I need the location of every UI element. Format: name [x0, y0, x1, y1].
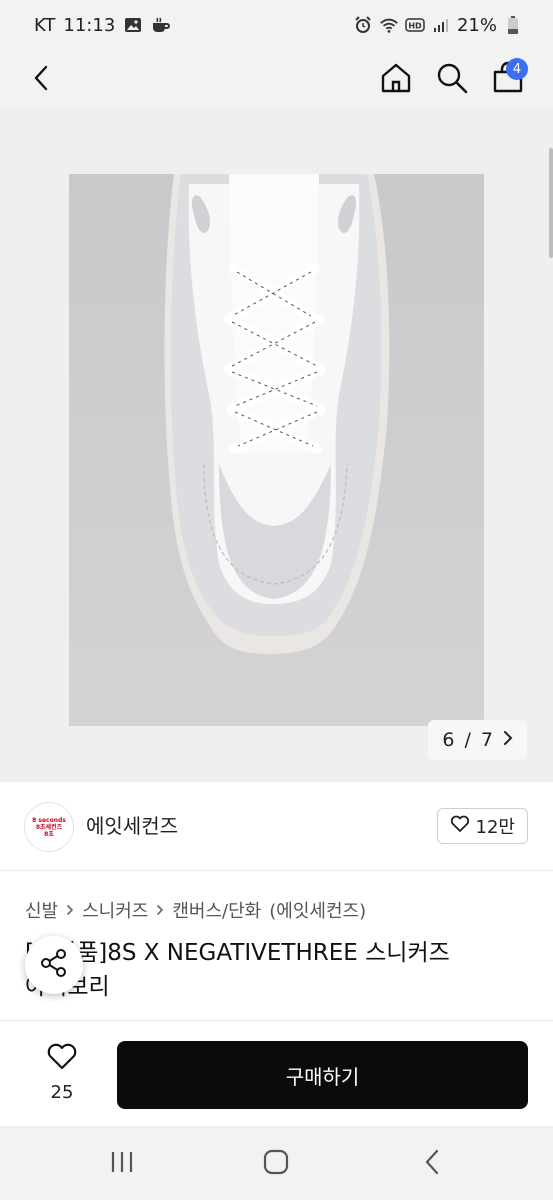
- purchase-bar: 25 구매하기: [0, 1020, 553, 1127]
- gallery-page-separator: /: [464, 729, 471, 751]
- product-title-line-2: 아이보리: [25, 970, 530, 1004]
- heart-icon: [46, 1043, 78, 1076]
- search-icon: [435, 61, 469, 99]
- image-icon: [123, 16, 143, 34]
- product-title-line-1: [ 반품]8S X NEGATIVETHREE 스니커즈: [25, 940, 450, 966]
- cart-count-badge: 4: [506, 58, 528, 80]
- breadcrumb-item[interactable]: (에잇세컨즈): [269, 897, 366, 923]
- shop-like-count: 12만: [475, 817, 515, 838]
- hd-icon: HD: [405, 16, 425, 34]
- home-icon: [379, 61, 413, 99]
- cart-button[interactable]: 4: [486, 58, 530, 102]
- status-bar: KT 11:13 HD 21%: [0, 0, 553, 50]
- back-icon: [423, 1149, 441, 1179]
- breadcrumb-item[interactable]: 캔버스/단화: [172, 897, 261, 923]
- scroll-indicator: [549, 148, 553, 258]
- chevron-right-icon: [66, 901, 74, 920]
- product-title: [ 반품]8S X NEGATIVETHREE 스니커즈 아이보리: [25, 936, 530, 1004]
- shop-logo-line-1: 8 seconds: [32, 816, 66, 824]
- battery-text: 21%: [456, 14, 497, 36]
- shop-like-button[interactable]: 12만: [436, 808, 528, 844]
- clock: 11:13: [63, 14, 116, 36]
- back-button[interactable]: [20, 58, 64, 102]
- breadcrumb: 신발 스니커즈 캔버스/단화 (에잇세컨즈): [25, 897, 366, 923]
- shop-info-row: 8 seconds 8초세컨즈 8초 에잇세컨즈 12만: [0, 782, 553, 871]
- gallery-page-counter[interactable]: 6 / 7: [428, 720, 527, 760]
- gallery-total-pages: 7: [480, 729, 493, 751]
- svg-text:HD: HD: [408, 22, 422, 31]
- home-button[interactable]: [374, 58, 418, 102]
- breadcrumb-item[interactable]: 신발: [25, 897, 58, 923]
- shop-logo[interactable]: 8 seconds 8초세컨즈 8초: [24, 802, 74, 852]
- gallery-current-page: 6: [442, 729, 455, 751]
- breadcrumb-item[interactable]: 스니커즈: [82, 897, 148, 923]
- wishlist-count: 25: [50, 1082, 74, 1103]
- signal-icon: [431, 16, 451, 34]
- product-image[interactable]: [69, 174, 484, 726]
- coffee-icon: [151, 16, 171, 34]
- recent-apps-button[interactable]: [102, 1146, 142, 1182]
- product-gallery[interactable]: 6 / 7: [0, 108, 553, 782]
- system-navigation-bar: [0, 1126, 553, 1200]
- battery-icon: [503, 16, 523, 34]
- share-button[interactable]: [25, 936, 83, 994]
- shop-logo-line-2: 8초세컨즈: [35, 823, 63, 831]
- share-icon: [39, 948, 69, 982]
- system-back-button[interactable]: [412, 1146, 452, 1182]
- shop-name[interactable]: 에잇세컨즈: [86, 810, 178, 839]
- status-right: HD 21%: [353, 15, 523, 36]
- shop-logo-line-3: 8초: [44, 830, 54, 838]
- top-navigation: 4: [0, 50, 553, 108]
- home-square-icon: [263, 1149, 289, 1179]
- carrier: KT: [34, 14, 56, 36]
- buy-button[interactable]: 구매하기: [117, 1041, 528, 1109]
- heart-icon: [450, 815, 470, 838]
- search-button[interactable]: [430, 58, 474, 102]
- recent-apps-icon: [109, 1150, 135, 1178]
- back-icon: [30, 64, 54, 96]
- status-left: KT 11:13: [34, 15, 171, 36]
- wishlist-button[interactable]: 25: [36, 1043, 88, 1103]
- alarm-icon: [353, 16, 373, 34]
- wifi-icon: [379, 16, 399, 34]
- chevron-right-icon: [156, 901, 164, 920]
- home-system-button[interactable]: [256, 1146, 296, 1182]
- chevron-right-icon: [503, 729, 513, 751]
